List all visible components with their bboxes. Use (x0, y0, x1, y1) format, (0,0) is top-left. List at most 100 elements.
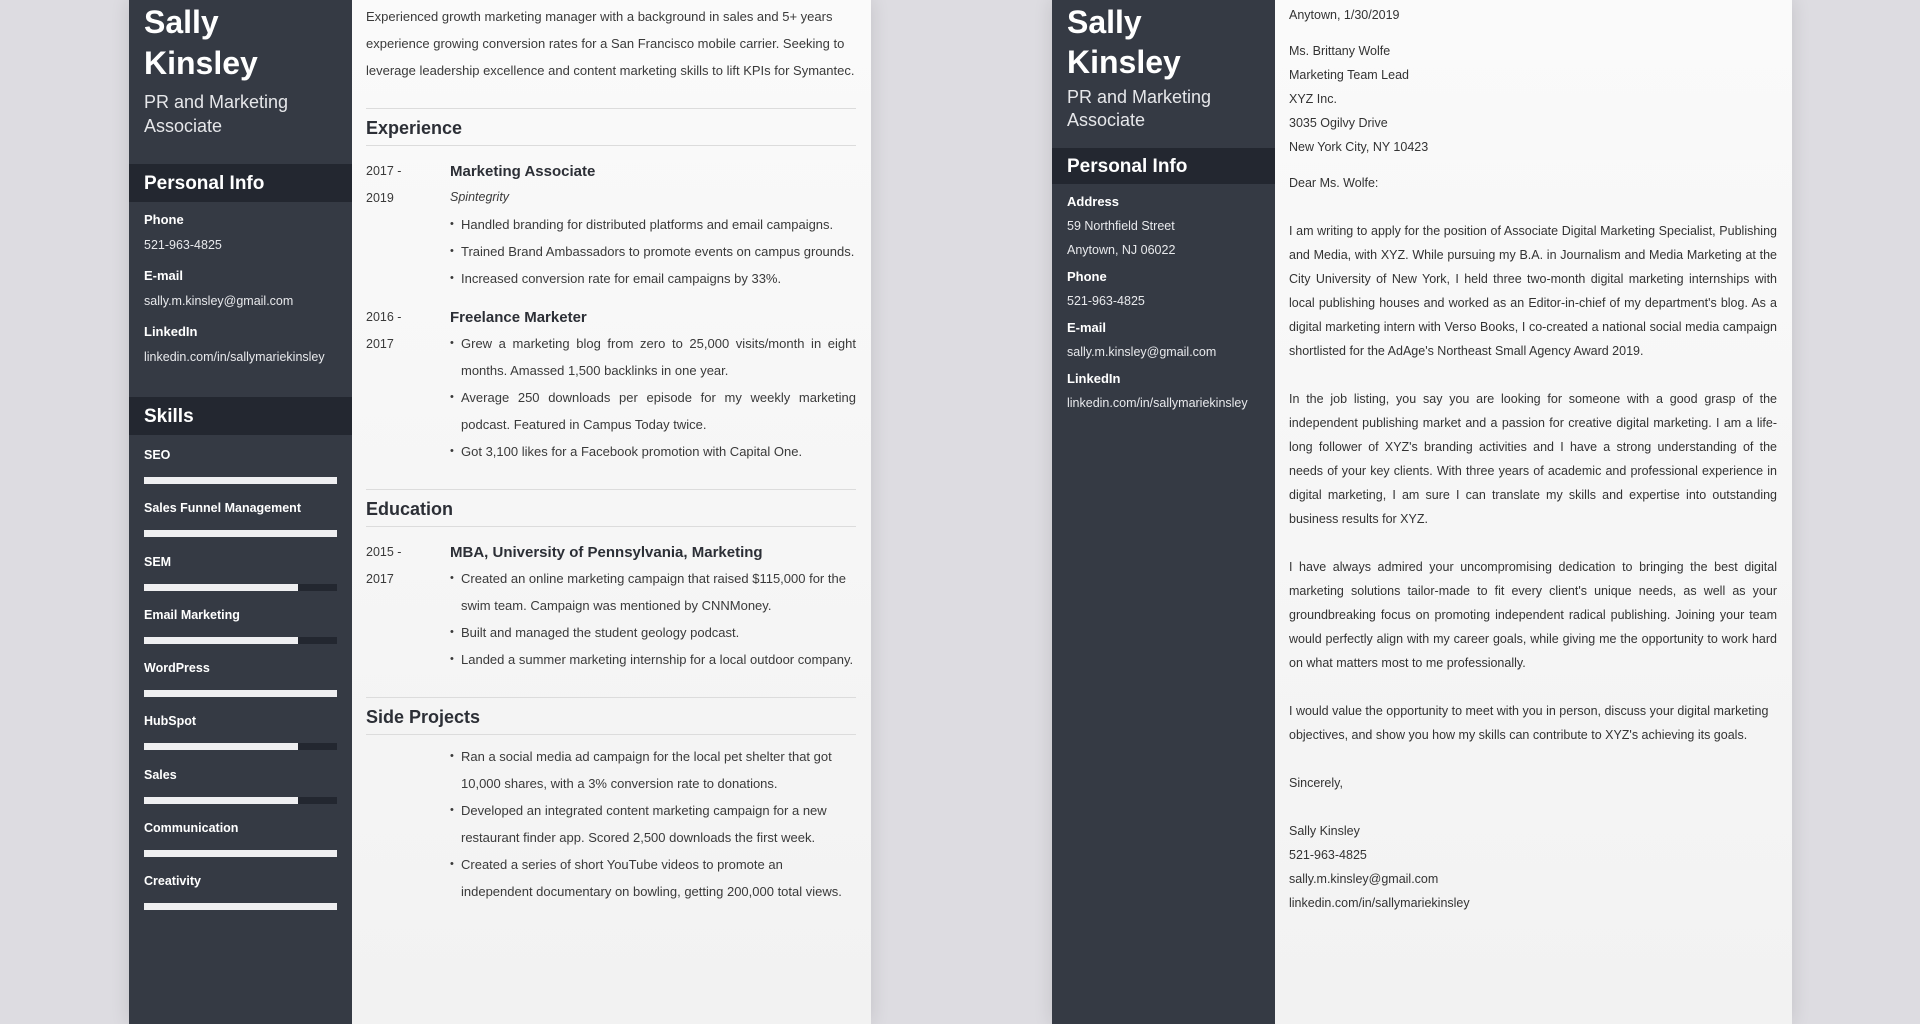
skill-bar (144, 530, 337, 538)
bullet-item: Handled branding for distributed platfor… (450, 211, 856, 238)
cover-letter-body: Anytown, 1/30/2019 Ms. Brittany Wolfe Ma… (1275, 0, 1792, 1024)
skill-bar (144, 636, 337, 644)
letter-paragraph: I would value the opportunity to meet wi… (1289, 704, 1769, 742)
side-projects-body: Ran a social media ad campaign for the l… (366, 743, 856, 905)
skill-bar (144, 477, 337, 484)
bullet-item: Landed a summer marketing internship for… (450, 646, 856, 673)
skill-name: WordPress (144, 661, 210, 676)
letter-paragraph: In the job listing, you say you are look… (1289, 392, 1777, 526)
skill-item: SEO (129, 447, 352, 500)
info-label: LinkedIn (144, 324, 198, 339)
cover-sidebar: Sally Kinsley PR and Marketing Associate… (1052, 0, 1275, 1024)
bullet-item: Created an online marketing campaign tha… (450, 565, 856, 619)
letter-paragraph: I am writing to apply for the position o… (1289, 224, 1777, 358)
cover-letter-page: Sally Kinsley PR and Marketing Associate… (1052, 0, 1792, 1024)
info-label: Phone (1067, 269, 1107, 284)
bullet-item: Trained Brand Ambassadors to promote eve… (450, 238, 856, 265)
resume-main: Experienced growth marketing manager wit… (352, 0, 871, 1024)
name-first: Sally (1067, 4, 1142, 40)
skill-bar (144, 743, 337, 751)
skills-heading: Skills (129, 397, 352, 435)
date-start: 2017 - (366, 164, 402, 178)
info-linkedin: LinkedIn linkedin.com/in/sallymariekinsl… (129, 324, 352, 365)
recipient-line: Ms. Brittany Wolfe (1289, 44, 1391, 58)
job-title: PR and Marketing Associate (1067, 87, 1212, 130)
personal-info-heading: Personal Info (129, 164, 352, 202)
entry-bullets: Handled branding for distributed platfor… (450, 211, 856, 292)
skill-bar (144, 690, 337, 698)
signature-name: Sally Kinsley (1289, 824, 1360, 838)
skill-bar-fill (144, 850, 337, 858)
info-email: E-mail sally.m.kinsley@gmail.com (129, 268, 352, 309)
closing: Sincerely, (1289, 776, 1343, 790)
name-last: Kinsley (1067, 44, 1181, 80)
skill-bar-fill (144, 636, 299, 644)
skill-item: SEM (129, 554, 352, 607)
skill-item: Email Marketing (129, 607, 352, 660)
recipient-block: Ms. Brittany Wolfe Marketing Team Lead X… (1289, 39, 1777, 159)
entry-body: MBA, University of Pennsylvania, Marketi… (450, 539, 856, 673)
recipient-line: 3035 Ogilvy Drive (1289, 116, 1388, 130)
entry-bullets: Grew a marketing blog from zero to 25,00… (450, 330, 856, 465)
skill-name: Sales (144, 767, 177, 782)
skill-bar (144, 796, 337, 804)
resume-page: Sally Kinsley PR and Marketing Associate… (129, 0, 871, 1024)
skill-bar-fill (144, 743, 299, 751)
skill-item: WordPress (129, 660, 352, 713)
personal-info-heading: Personal Info (1052, 148, 1275, 184)
signature-linkedin[interactable]: linkedin.com/in/sallymariekinsley (1289, 891, 1777, 915)
linkedin-link[interactable]: linkedin.com/in/sallymariekinsley (129, 349, 352, 365)
info-linkedin: LinkedIn linkedin.com/in/sallymariekinsl… (1052, 371, 1275, 411)
resume-summary: Experienced growth marketing manager wit… (366, 9, 855, 78)
experience-section: Experience 2017 - 2019 Marketing Associa… (366, 108, 856, 465)
date-end: 2017 (366, 572, 394, 586)
skill-bar-fill (144, 903, 337, 911)
email-link[interactable]: sally.m.kinsley@gmail.com (129, 293, 352, 309)
date-end: 2019 (366, 191, 394, 205)
experience-heading: Experience (366, 108, 856, 146)
date-start: 2015 - (366, 545, 402, 559)
resume-sidebar: Sally Kinsley PR and Marketing Associate… (129, 0, 352, 1024)
skill-name: Creativity (144, 874, 201, 889)
skill-bar-fill (144, 477, 337, 484)
skill-item: Sales (129, 767, 352, 820)
side-projects-heading: Side Projects (366, 697, 856, 735)
education-heading: Education (366, 489, 856, 527)
signature-block: Sally Kinsley 521-963-4825 sally.m.kinsl… (1289, 819, 1777, 915)
signature-email[interactable]: sally.m.kinsley@gmail.com (1289, 867, 1777, 891)
linkedin-link[interactable]: linkedin.com/in/sallymariekinsley (1052, 395, 1275, 411)
recipient-line: Marketing Team Lead (1289, 68, 1409, 82)
bullet-item: Ran a social media ad campaign for the l… (450, 743, 856, 797)
info-value: 521-963-4825 (144, 238, 222, 252)
recipient-line: XYZ Inc. (1289, 92, 1337, 106)
date-end: 2017 (366, 337, 394, 351)
experience-entry: 2016 - 2017 Freelance Marketer Grew a ma… (366, 304, 856, 465)
education-entry: 2015 - 2017 MBA, University of Pennsylva… (366, 539, 856, 673)
entry-title: Marketing Associate (450, 163, 596, 180)
entry-company: Spintegrity (450, 190, 510, 204)
side-projects-section: Side Projects Ran a social media ad camp… (366, 697, 856, 905)
skill-bar-fill (144, 530, 337, 538)
signature-phone: 521-963-4825 (1289, 848, 1367, 862)
bullet-item: Built and managed the student geology po… (450, 619, 856, 646)
info-value: 521-963-4825 (1067, 294, 1145, 308)
entry-dates: 2016 - 2017 (366, 304, 450, 465)
entry-bullets: Created an online marketing campaign tha… (450, 565, 856, 673)
skill-bar (144, 903, 337, 911)
info-email: E-mail sally.m.kinsley@gmail.com (1052, 320, 1275, 360)
resume-header: Sally Kinsley PR and Marketing Associate (129, 0, 352, 138)
bullet-item: Created a series of short YouTube videos… (450, 851, 856, 905)
skill-name: Communication (144, 821, 239, 836)
info-label: E-mail (1067, 320, 1107, 335)
side-project-bullets: Ran a social media ad campaign for the l… (450, 743, 856, 905)
personal-info-list: Phone 521-963-4825 E-mail sally.m.kinsle… (129, 212, 352, 380)
letter-date: Anytown, 1/30/2019 (1289, 8, 1400, 22)
info-phone: Phone 521-963-4825 (129, 212, 352, 253)
skills-list: SEO Sales Funnel Management SEM Email Ma… (129, 447, 352, 927)
info-label: E-mail (144, 268, 184, 283)
recipient-line: New York City, NY 10423 (1289, 140, 1429, 154)
email-link[interactable]: sally.m.kinsley@gmail.com (1052, 344, 1275, 360)
name-last: Kinsley (144, 45, 258, 81)
letter-paragraph: I have always admired your uncompromisin… (1289, 560, 1777, 670)
address-line: Anytown, NJ 06022 (1067, 243, 1176, 257)
